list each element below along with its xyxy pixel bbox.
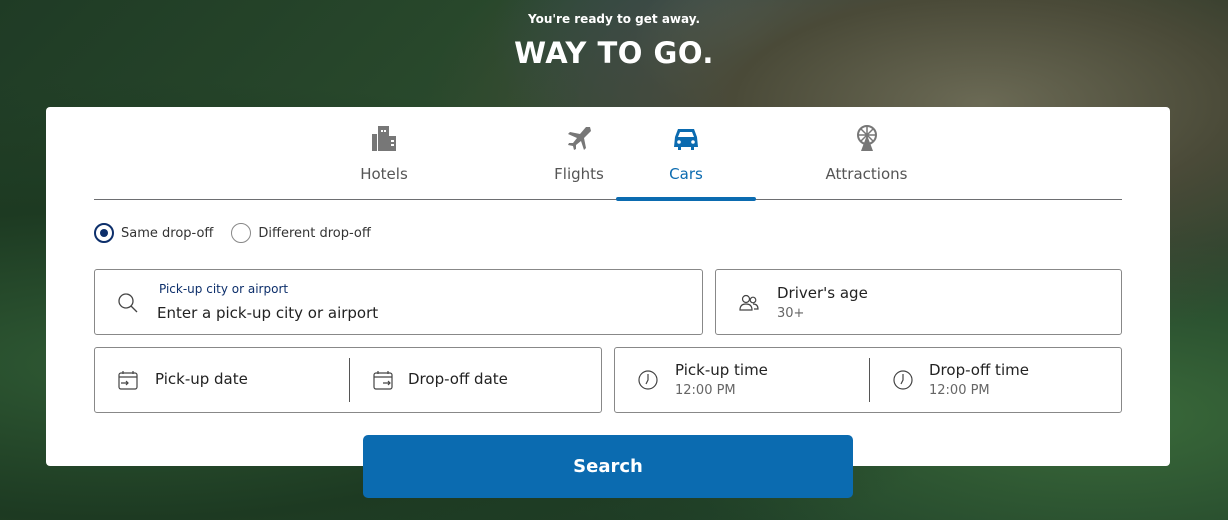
drivers-age-value: 30+ <box>777 306 805 321</box>
calendar-icon <box>118 371 138 390</box>
hotel-icon <box>372 126 396 151</box>
radio-unselected-icon[interactable] <box>231 223 252 243</box>
dropoff-date-field[interactable]: Drop-off date <box>350 348 602 412</box>
airplane-icon <box>568 127 591 150</box>
pickup-date-field[interactable]: Pick-up date <box>95 348 349 412</box>
tab-label: Hotels <box>360 165 408 183</box>
tab-bar: Hotels Flights Cars Attractions <box>94 107 1122 201</box>
tab-hotels[interactable]: Hotels <box>324 107 444 199</box>
pickup-location-label: Pick-up city or airport <box>159 282 289 296</box>
calendar-icon <box>373 371 393 390</box>
users-icon <box>739 294 759 311</box>
ferris-wheel-icon <box>856 125 877 151</box>
drop-off-options: Same drop-off Different drop-off <box>94 223 371 243</box>
pickup-time-value: 12:00 PM <box>675 383 736 398</box>
pickup-time-label: Pick-up time <box>675 361 768 379</box>
drivers-age-select[interactable]: Driver's age 30+ <box>715 269 1122 335</box>
radio-same-drop-off[interactable]: Same drop-off <box>94 223 213 243</box>
dropoff-time-value: 12:00 PM <box>929 383 990 398</box>
search-card: Hotels Flights Cars Attractions Same dro… <box>46 107 1170 466</box>
radio-label: Same drop-off <box>121 225 214 241</box>
tab-label: Attractions <box>825 165 908 183</box>
tab-attractions[interactable]: Attractions <box>794 107 939 199</box>
date-range-input: Pick-up date Drop-off date <box>94 347 602 413</box>
clock-icon <box>638 370 658 390</box>
time-range-input: Pick-up time 12:00 PM Drop-off time 12:0… <box>614 347 1122 413</box>
tab-label: Cars <box>669 165 703 183</box>
clock-icon <box>893 370 913 390</box>
hero-subtitle: You're ready to get away. <box>527 12 701 26</box>
tab-cars[interactable]: Cars <box>616 107 756 201</box>
search-button[interactable]: Search <box>363 435 853 498</box>
radio-selected-icon[interactable] <box>94 223 114 243</box>
pickup-time-field[interactable]: Pick-up time 12:00 PM <box>615 348 869 412</box>
hero-title: WAY TO GO. <box>514 36 714 70</box>
pickup-location-placeholder: Enter a pick-up city or airport <box>157 304 379 322</box>
dropoff-time-label: Drop-off time <box>929 361 1029 379</box>
search-icon <box>118 293 138 313</box>
radio-different-drop-off[interactable]: Different drop-off <box>231 223 371 243</box>
pickup-location-input[interactable]: Pick-up city or airport Enter a pick-up … <box>94 269 703 335</box>
car-icon <box>674 129 698 150</box>
drivers-age-label: Driver's age <box>777 284 868 302</box>
radio-label: Different drop-off <box>258 225 371 241</box>
pickup-date-label: Pick-up date <box>155 370 248 388</box>
dropoff-date-label: Drop-off date <box>408 370 508 388</box>
dropoff-time-field[interactable]: Drop-off time 12:00 PM <box>870 348 1122 412</box>
